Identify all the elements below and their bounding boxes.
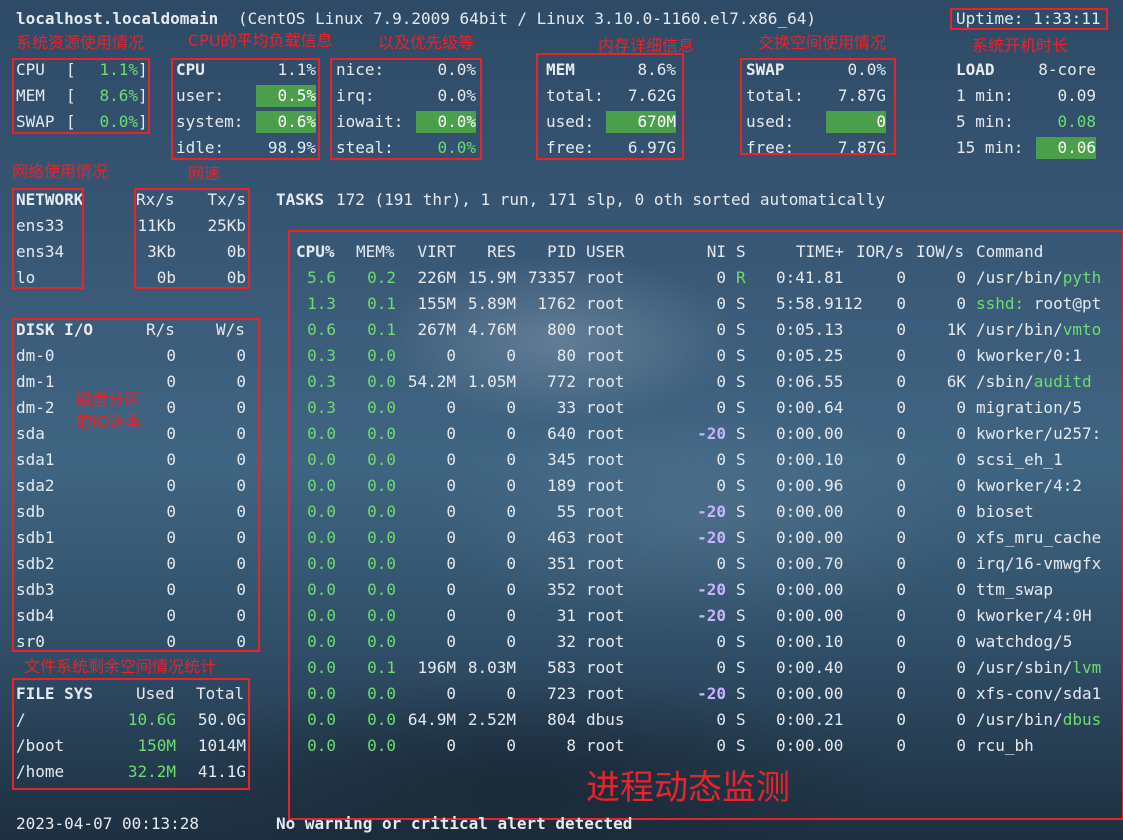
footer-alert: No warning or critical alert detected <box>276 814 633 833</box>
load-1min-label: 1 min: <box>956 86 1014 105</box>
process-highlight-box <box>288 230 1123 820</box>
tasks-label: TASKS <box>276 190 325 209</box>
uptime-highlight-box <box>950 8 1108 30</box>
annotation-cpu-load: CPU的平均负载信息 <box>188 31 333 50</box>
annotation-disk-io-line2: 的IO速率 <box>76 412 142 431</box>
annotation-fs-stats: 文件系统剩余空间情况统计 <box>24 657 217 676</box>
load-15min-label: 15 min: <box>956 138 1024 157</box>
hostname: localhost.localdomain <box>16 9 219 28</box>
annotation-network-usage: 网络使用情况 <box>12 162 109 181</box>
load-5min-label: 5 min: <box>956 112 1014 131</box>
filesystem-highlight-box <box>12 678 250 790</box>
tasks-summary: 172 (191 thr), 1 run, 171 slp, 0 oth sor… <box>336 190 886 209</box>
annotation-disk-io-line1: 磁盘分区 <box>76 390 141 409</box>
cpu-highlight-box <box>171 58 320 160</box>
annotation-uptime: 系统开机时长 <box>972 36 1069 55</box>
load-15min-value: 0.06 <box>1036 137 1096 159</box>
load-1min-value: 0.09 <box>1057 86 1096 105</box>
mem-highlight-box <box>536 53 684 160</box>
footer-datetime: 2023-04-07 00:13:28 <box>16 814 200 833</box>
network-speed-highlight-box <box>134 188 250 289</box>
annotation-swap-usage: 交换空间使用情况 <box>758 33 887 52</box>
diskio-highlight-box <box>12 318 260 652</box>
annotation-net-speed: 网速 <box>188 164 221 183</box>
cpu-extra-highlight-box <box>330 58 482 160</box>
annotation-process-monitor: 进程动态监测 <box>586 768 790 808</box>
swap-highlight-box <box>740 58 896 155</box>
annotation-sys-resources: 系统资源使用情况 <box>16 33 145 52</box>
load-cores: 8-core <box>1038 60 1096 79</box>
annotation-priority: 以及优先级等 <box>378 33 475 52</box>
load-5min-value: 0.08 <box>1057 112 1096 131</box>
system-info: (CentOS Linux 7.9.2009 64bit / Linux 3.1… <box>238 9 816 28</box>
network-interface-highlight-box <box>12 188 84 289</box>
load-header: LOAD <box>956 60 995 79</box>
quicklook-highlight-box <box>12 58 150 134</box>
